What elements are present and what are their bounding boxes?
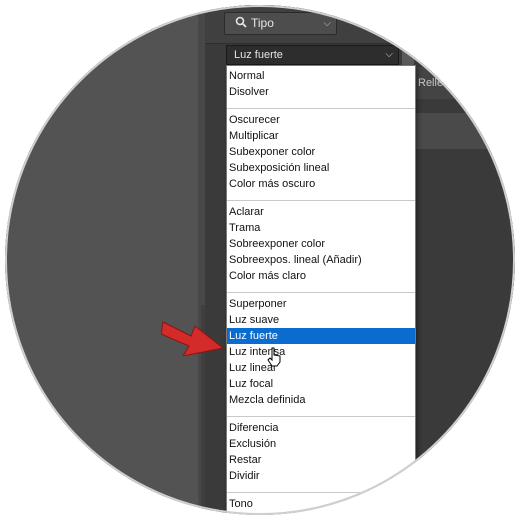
menu-item[interactable]: Color más claro <box>227 268 415 284</box>
menu-group: Superponer Luz suave Luz fuerte Luz intensa… <box>227 293 415 417</box>
menu-group: Tono <box>227 493 415 515</box>
canvas-area <box>5 5 205 515</box>
menu-group: Diferencia Exclusión Restar Dividir <box>227 417 415 493</box>
fill-label: Relle <box>418 77 444 89</box>
menu-group: Aclarar Trama Sobreexponer color Sobreexpos… <box>227 201 415 293</box>
menu-group: Normal Disolver <box>227 66 415 109</box>
menu-group: Oscurecer Multiplicar Subexponer color Sube… <box>227 109 415 201</box>
chevron-down-icon: ⌵ <box>385 49 393 60</box>
menu-item[interactable]: Mezcla definida <box>227 392 415 408</box>
menu-item[interactable]: Disolver <box>227 84 415 100</box>
cursor-icon <box>267 347 281 367</box>
menu-item[interactable]: Subexponer color <box>227 144 415 160</box>
menu-item[interactable]: Dividir <box>227 468 415 484</box>
menu-item[interactable]: Exclusión <box>227 436 415 452</box>
menu-item[interactable]: Sobreexponer color <box>227 236 415 252</box>
menu-item[interactable]: Trama <box>227 220 415 236</box>
menu-item[interactable]: Superponer <box>227 296 415 312</box>
zoom-circle: Tipo ⌵ Luz fuerte ⌵ Relle Normal Disolver… <box>5 5 515 515</box>
menu-item[interactable]: Diferencia <box>227 420 415 436</box>
layer-filter-label: Tipo <box>251 16 274 30</box>
layer-filter-select[interactable]: Tipo ⌵ <box>224 12 337 35</box>
menu-item[interactable]: Color más oscuro <box>227 176 415 192</box>
blend-mode-select[interactable]: Luz fuerte ⌵ <box>226 45 399 65</box>
layer-row[interactable] <box>415 113 515 149</box>
menu-item[interactable]: Luz fuerte <box>227 328 415 344</box>
menu-item[interactable]: Sobreexpos. lineal (Añadir) <box>227 252 415 268</box>
red-arrow-icon <box>161 321 225 356</box>
menu-item[interactable]: Tono <box>227 496 415 512</box>
blend-mode-value: Luz fuerte <box>234 49 283 61</box>
menu-item[interactable]: Luz suave <box>227 312 415 328</box>
search-icon <box>235 15 247 36</box>
menu-item[interactable]: Normal <box>227 68 415 84</box>
menu-item[interactable]: Subexposición lineal <box>227 160 415 176</box>
chevron-down-icon: ⌵ <box>323 18 331 29</box>
menu-item[interactable]: Multiplicar <box>227 128 415 144</box>
menu-item[interactable]: Luz intensa <box>227 344 415 360</box>
menu-item[interactable]: Luz lineal <box>227 360 415 376</box>
menu-item[interactable]: Luz focal <box>227 376 415 392</box>
menu-item[interactable]: Restar <box>227 452 415 468</box>
opacity-control[interactable] <box>402 45 414 65</box>
blend-mode-dropdown: Normal Disolver Oscurecer Multiplicar Subexp… <box>226 65 416 515</box>
menu-item[interactable]: Aclarar <box>227 204 415 220</box>
menu-item[interactable]: Oscurecer <box>227 112 415 128</box>
